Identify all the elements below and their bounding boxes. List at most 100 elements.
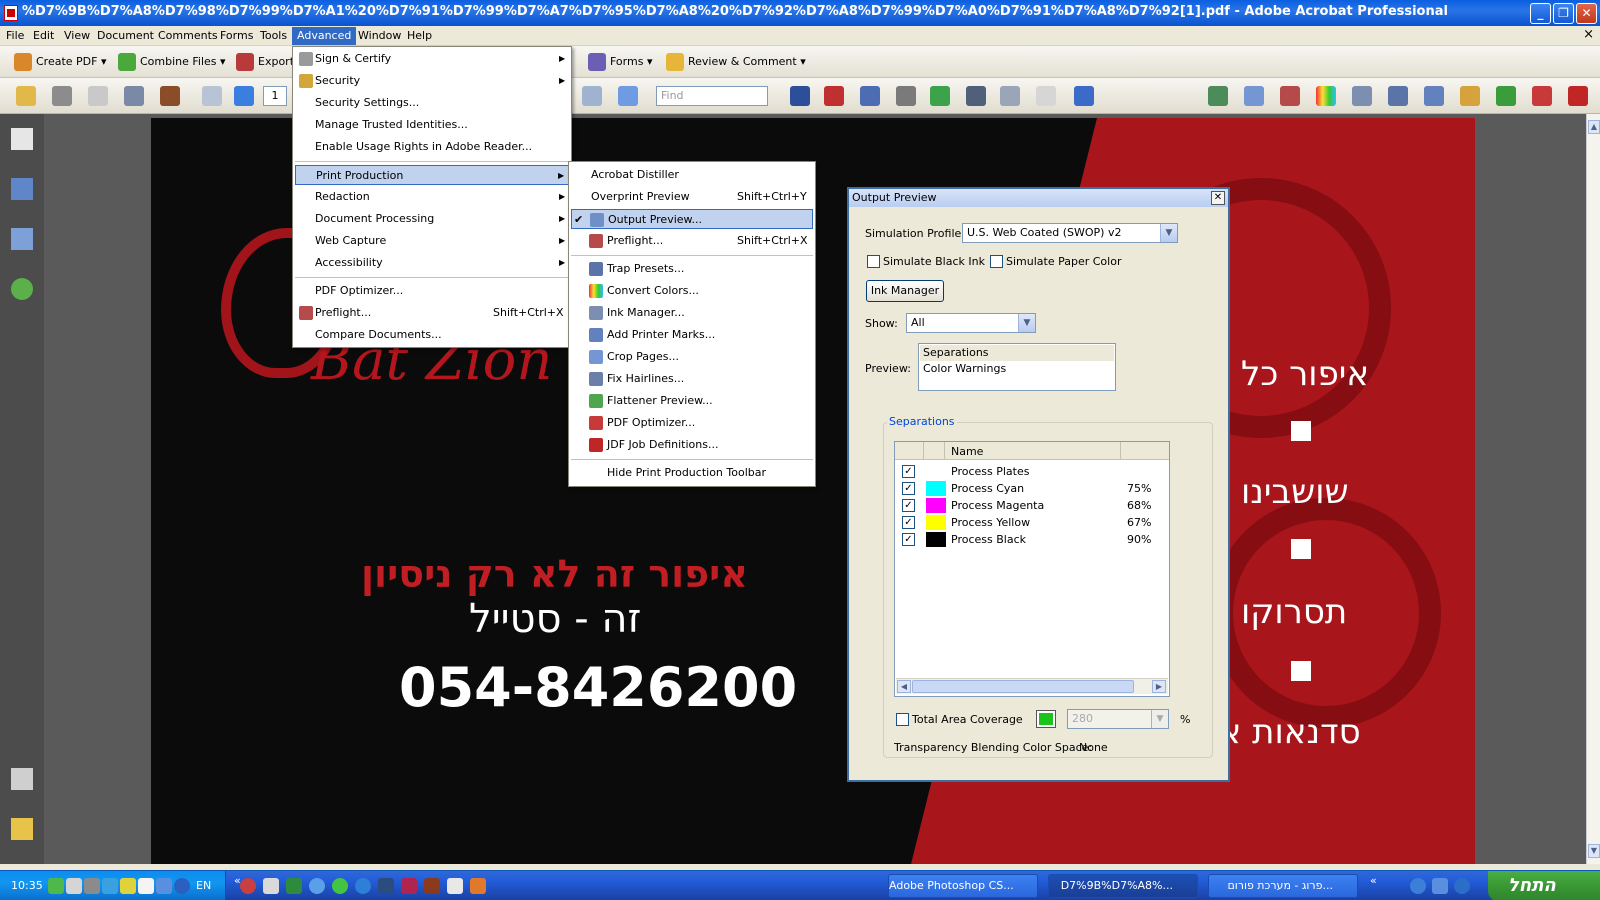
start-button[interactable]: התחל bbox=[1488, 871, 1600, 900]
signatures-icon[interactable] bbox=[11, 228, 33, 250]
quicklaunch-icon[interactable] bbox=[240, 878, 256, 894]
pencil-icon[interactable] bbox=[1460, 86, 1480, 106]
bridge-icon[interactable] bbox=[160, 86, 180, 106]
document-close-icon[interactable]: × bbox=[1583, 27, 1594, 42]
convert-colors-icon[interactable] bbox=[930, 86, 950, 106]
help-icon[interactable] bbox=[11, 278, 33, 300]
color-bars-icon[interactable] bbox=[1316, 86, 1336, 106]
minimize-button[interactable]: _ bbox=[1530, 3, 1551, 24]
pdf-optimizer-icon[interactable] bbox=[1532, 86, 1552, 106]
menu-comments[interactable]: Comments bbox=[153, 27, 223, 45]
forms-button[interactable]: Forms ▾ bbox=[588, 51, 652, 73]
menu-tools[interactable]: Tools bbox=[255, 27, 292, 45]
ink-manager-icon[interactable] bbox=[1352, 86, 1372, 106]
quicklaunch-icon[interactable] bbox=[309, 878, 325, 894]
menu-item-hide-toolbar[interactable]: Hide Print Production Toolbar bbox=[571, 463, 813, 483]
tray-icon[interactable] bbox=[138, 878, 154, 894]
menu-item-pdf-optimizer-pp[interactable]: PDF Optimizer... bbox=[571, 413, 813, 433]
preview-option-color-warnings[interactable]: Color Warnings bbox=[920, 361, 1114, 377]
attachments-icon[interactable] bbox=[11, 768, 33, 790]
page-number-input[interactable]: 1 bbox=[263, 86, 287, 106]
tray-icon[interactable] bbox=[156, 878, 172, 894]
menu-item-preflight[interactable]: Preflight... Shift+Ctrl+X bbox=[295, 303, 569, 323]
plate-checkbox[interactable]: ✓ bbox=[902, 499, 915, 512]
menu-help[interactable]: Help bbox=[402, 27, 437, 45]
simulate-black-ink-checkbox[interactable] bbox=[867, 255, 880, 268]
menu-item-enable-usage-rights[interactable]: Enable Usage Rights in Adobe Reader... bbox=[295, 137, 569, 157]
menu-item-web-capture[interactable]: Web Capture ▶ bbox=[295, 231, 569, 251]
menu-item-manage-identities[interactable]: Manage Trusted Identities... bbox=[295, 115, 569, 135]
menu-item-security-settings[interactable]: Security Settings... bbox=[295, 93, 569, 113]
menu-item-document-processing[interactable]: Document Processing ▶ bbox=[295, 209, 569, 229]
tray-icon[interactable] bbox=[174, 878, 190, 894]
tray-icon[interactable] bbox=[84, 878, 100, 894]
photoshop-icon[interactable] bbox=[378, 878, 394, 894]
menu-file[interactable]: File bbox=[1, 27, 29, 45]
dialog-close-icon[interactable]: ✕ bbox=[1211, 191, 1225, 205]
menu-item-preflight-pp[interactable]: Preflight... Shift+Ctrl+X bbox=[571, 231, 813, 251]
select-tool-icon[interactable] bbox=[790, 86, 810, 106]
plate-checkbox[interactable]: ✓ bbox=[902, 482, 915, 495]
tray-icon[interactable] bbox=[48, 878, 64, 894]
trap-icon[interactable] bbox=[1424, 86, 1444, 106]
menu-item-redaction[interactable]: Redaction ▶ bbox=[295, 187, 569, 207]
horizontal-scrollbar[interactable]: ◀ ▶ bbox=[896, 678, 1168, 694]
menu-document[interactable]: Document bbox=[92, 27, 159, 45]
plate-checkbox[interactable]: ✓ bbox=[902, 516, 915, 529]
film-icon[interactable] bbox=[966, 86, 986, 106]
crop-pages-icon[interactable] bbox=[1244, 86, 1264, 106]
show-select[interactable]: All ▼ bbox=[906, 313, 1036, 333]
review-comment-button[interactable]: Review & Comment ▾ bbox=[666, 51, 806, 73]
indesign-icon[interactable] bbox=[401, 878, 417, 894]
edit-form-icon[interactable] bbox=[1074, 86, 1094, 106]
name-column-header[interactable]: Name bbox=[951, 445, 983, 458]
menu-forms[interactable]: Forms bbox=[215, 27, 258, 45]
tray-icon[interactable] bbox=[102, 878, 118, 894]
jdf-icon[interactable] bbox=[1568, 86, 1588, 106]
menu-item-compare-documents[interactable]: Compare Documents... bbox=[295, 325, 569, 345]
quicklaunch-icon[interactable] bbox=[355, 878, 371, 894]
preflight-icon[interactable] bbox=[1280, 86, 1300, 106]
comments-icon[interactable] bbox=[11, 818, 33, 840]
menu-item-convert-colors[interactable]: Convert Colors... bbox=[571, 281, 813, 301]
sound-icon[interactable] bbox=[1000, 86, 1020, 106]
plate-checkbox[interactable]: ✓ bbox=[902, 465, 915, 478]
tac-value-select[interactable]: 280 ▼ bbox=[1067, 709, 1169, 729]
menu-window[interactable]: Window bbox=[353, 27, 406, 45]
task-photoshop[interactable]: Adobe Photoshop CS... bbox=[888, 874, 1038, 898]
simulation-profile-select[interactable]: U.S. Web Coated (SWOP) v2 ▼ bbox=[962, 223, 1178, 243]
simulate-paper-color-checkbox[interactable] bbox=[990, 255, 1003, 268]
scroll-thumb[interactable] bbox=[912, 680, 1134, 693]
hairline-icon[interactable] bbox=[896, 86, 916, 106]
ink-manager-button[interactable]: Ink Manager bbox=[866, 280, 944, 302]
preview-option-separations[interactable]: Separations bbox=[920, 345, 1114, 361]
acrobat-icon[interactable] bbox=[447, 878, 463, 894]
printer-marks-icon[interactable] bbox=[1388, 86, 1408, 106]
quicklaunch-icon[interactable] bbox=[263, 878, 279, 894]
print-icon[interactable] bbox=[52, 86, 72, 106]
task-acrobat[interactable]: D7%9B%D7%A8%... bbox=[1048, 874, 1198, 898]
quicklaunch-icon[interactable] bbox=[332, 878, 348, 894]
fit-width-icon[interactable] bbox=[582, 86, 602, 106]
download-icon[interactable] bbox=[1496, 86, 1516, 106]
menu-edit[interactable]: Edit bbox=[28, 27, 59, 45]
task-browser[interactable]: פרוג - מערכת פורום... bbox=[1208, 874, 1358, 898]
tac-color-swatch[interactable] bbox=[1036, 710, 1056, 728]
tray-icon[interactable] bbox=[66, 878, 82, 894]
menu-item-sign-certify[interactable]: Sign & Certify ▶ bbox=[295, 49, 569, 69]
menu-advanced[interactable]: Advanced bbox=[292, 27, 357, 45]
menu-item-flattener-preview[interactable]: Flattener Preview... bbox=[571, 391, 813, 411]
menu-item-overprint-preview[interactable]: Overprint Preview Shift+Ctrl+Y bbox=[571, 187, 813, 207]
menu-item-acrobat-distiller[interactable]: Acrobat Distiller bbox=[571, 165, 813, 185]
find-input[interactable]: Find bbox=[656, 86, 768, 106]
scroll-left-icon[interactable]: ◀ bbox=[897, 680, 911, 693]
combine-files-button[interactable]: Combine Files ▾ bbox=[118, 51, 226, 73]
close-button[interactable]: ✕ bbox=[1576, 3, 1597, 24]
menu-item-crop-pages[interactable]: Crop Pages... bbox=[571, 347, 813, 367]
menu-item-ink-manager[interactable]: Ink Manager... bbox=[571, 303, 813, 323]
quicklaunch-icon[interactable] bbox=[1410, 878, 1426, 894]
plate-checkbox[interactable]: ✓ bbox=[902, 533, 915, 546]
total-area-coverage-checkbox[interactable] bbox=[896, 713, 909, 726]
overprint-icon[interactable] bbox=[824, 86, 844, 106]
crop-icon[interactable] bbox=[860, 86, 880, 106]
